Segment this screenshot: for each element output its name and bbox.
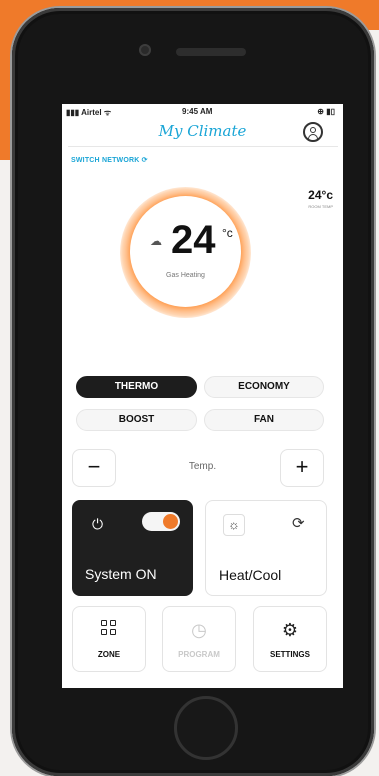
settings-tile[interactable]: ⚙ SETTINGS [253, 606, 327, 672]
battery-icon: ⊕ ▮▯ [317, 107, 335, 116]
mode-boost-button[interactable]: BOOST [76, 409, 197, 431]
system-toggle[interactable] [142, 512, 180, 531]
toggle-knob [163, 514, 178, 529]
sun-icon[interactable]: ☼ [223, 514, 245, 536]
room-temp-value: 24°c [308, 188, 333, 202]
header-divider [68, 146, 338, 147]
temperature-dial[interactable]: ☁ 24 °c Gas Heating [130, 196, 241, 307]
zone-tile[interactable]: ZONE [72, 606, 146, 672]
front-camera [139, 44, 151, 56]
zone-label: ZONE [97, 650, 121, 659]
heat-cool-label: Heat/Cool [219, 567, 282, 583]
heating-mode: Gas Heating [166, 272, 205, 279]
switch-network-link[interactable]: SWITCH NETWORK ⟳ [71, 156, 148, 164]
grid-icon [73, 619, 145, 641]
mode-economy-button[interactable]: ECONOMY [204, 376, 324, 398]
mode-thermo-button[interactable]: THERMO [76, 376, 197, 398]
app-screen: ▮▮▮ Airtel ᯤ 9:45 AM ⊕ ▮▯ My Climate SWI… [62, 104, 343, 688]
program-label: PROGRAM [178, 650, 220, 659]
set-temperature: 24 [171, 218, 216, 262]
earpiece [176, 48, 246, 56]
room-temp-label: ROOM TEMP [308, 204, 333, 209]
status-time: 9:45 AM [182, 107, 213, 116]
gear-icon: ⚙ [281, 620, 299, 640]
carrier-label: ▮▮▮ Airtel ᯤ [66, 108, 112, 117]
power-icon: ⏻ [92, 516, 104, 532]
temp-increase-button[interactable]: + [280, 449, 324, 487]
settings-label: SETTINGS [269, 650, 310, 659]
status-bar: ▮▮▮ Airtel ᯤ 9:45 AM ⊕ ▮▯ [62, 107, 343, 121]
clock-icon: ◷ [191, 620, 207, 640]
home-button[interactable] [174, 696, 238, 760]
mode-fan-button[interactable]: FAN [204, 409, 324, 431]
system-card[interactable]: ⏻ System ON [72, 500, 193, 596]
system-status-label: System ON [85, 566, 157, 582]
heat-cool-card[interactable]: ☼ ⟳ Heat/Cool [205, 500, 327, 596]
cloud-icon: ☁ [150, 234, 162, 248]
room-temp: 24°c ROOM TEMP [308, 188, 333, 209]
profile-icon[interactable] [303, 122, 323, 142]
program-tile[interactable]: ◷ PROGRAM [162, 606, 236, 672]
refresh-icon[interactable]: ⟳ [292, 514, 305, 532]
temperature-unit: °c [222, 226, 233, 240]
app-title: My Climate [158, 122, 247, 140]
